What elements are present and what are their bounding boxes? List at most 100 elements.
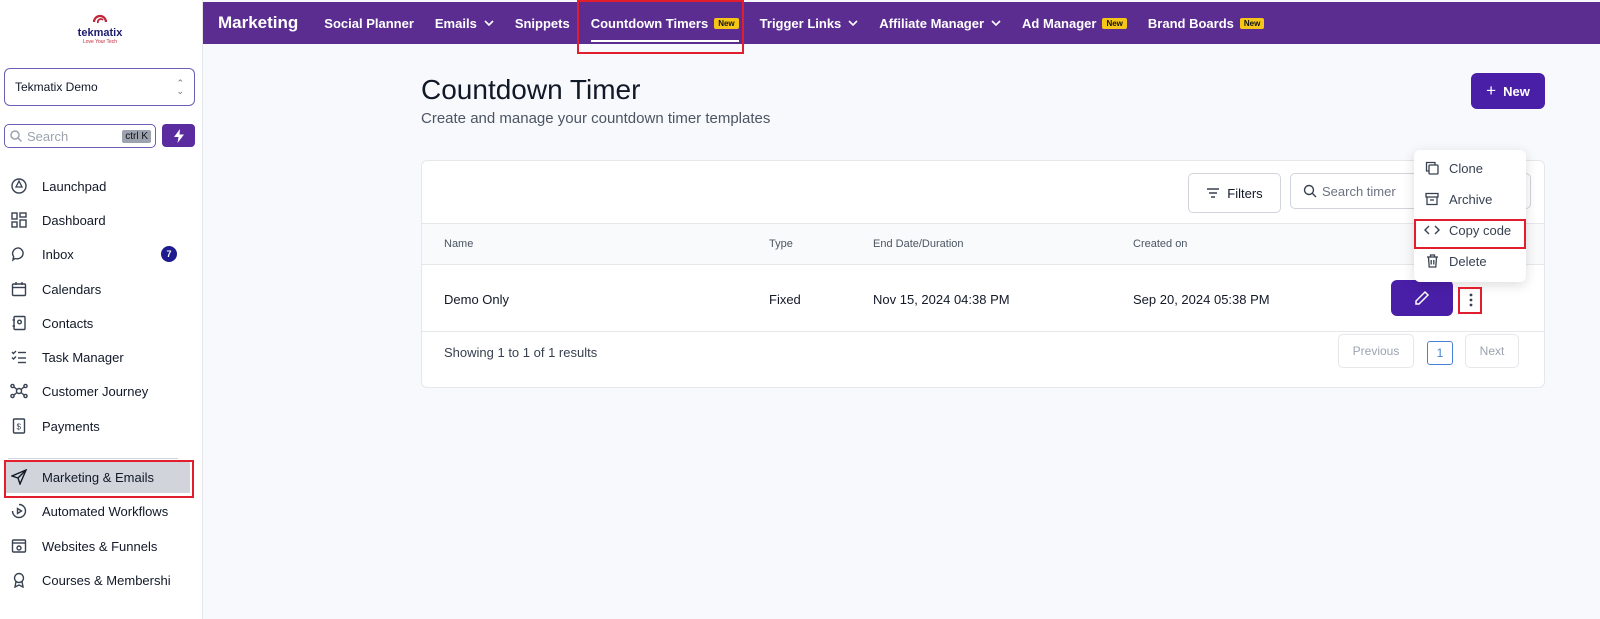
sidebar-item-label: Payments xyxy=(42,418,100,434)
new-badge: New xyxy=(1239,17,1265,29)
more-vertical-icon xyxy=(1469,293,1473,307)
cell-name: Demo Only xyxy=(444,292,510,307)
chevron-down-icon xyxy=(848,20,858,26)
logo-tagline: Love Your Tech xyxy=(82,39,118,45)
next-label: Next xyxy=(1479,344,1505,358)
table-header: Name Type End Date/Duration Created on xyxy=(422,223,1544,265)
sidebar-search-placeholder: Search xyxy=(27,128,69,144)
sidebar-item-websites-funnels[interactable]: Websites & Funnels xyxy=(4,530,190,562)
chevron-down-icon xyxy=(484,20,494,26)
sidebar-item-contacts[interactable]: Contacts xyxy=(4,307,190,339)
quick-actions-button[interactable] xyxy=(162,124,195,147)
logo-mark-icon xyxy=(92,14,108,24)
tab-brand-boards[interactable]: Brand Boards New xyxy=(1147,2,1265,44)
table-row[interactable]: Demo Only Fixed Nov 15, 2024 04:38 PM Se… xyxy=(422,265,1544,332)
brand-logo[interactable]: tekmatix Love Your Tech xyxy=(72,14,128,52)
menu-item-archive[interactable]: Archive xyxy=(1414,185,1526,213)
page-number-button[interactable]: 1 xyxy=(1427,341,1453,365)
page-subtitle: Create and manage your countdown timer t… xyxy=(421,110,771,127)
cell-end-date: Nov 15, 2024 04:38 PM xyxy=(873,292,1010,307)
next-page-button[interactable]: Next xyxy=(1465,334,1519,368)
row-actions-menu: Clone Archive Copy code Delete xyxy=(1414,150,1526,282)
tab-label: Brand Boards xyxy=(1147,15,1234,31)
cell-created-on: Sep 20, 2024 05:38 PM xyxy=(1133,292,1270,307)
sidebar-item-label: Marketing & Emails xyxy=(42,469,154,485)
archive-icon xyxy=(1424,191,1440,207)
new-timer-button[interactable]: + New xyxy=(1471,73,1545,109)
sidebar-item-label: Inbox xyxy=(42,246,74,262)
tab-ad-manager[interactable]: Ad Manager New xyxy=(1022,2,1127,44)
award-icon xyxy=(10,571,28,589)
sidebar-item-dashboard[interactable]: Dashboard xyxy=(4,204,190,236)
chat-icon xyxy=(10,245,28,263)
menu-item-copy-code[interactable]: Copy code xyxy=(1414,216,1526,244)
sidebar-search-input[interactable]: Search ctrl K xyxy=(4,124,156,148)
tab-snippets[interactable]: Snippets xyxy=(515,2,570,44)
send-icon xyxy=(10,468,28,486)
sidebar-item-label: Launchpad xyxy=(42,178,107,194)
tab-label: Ad Manager xyxy=(1022,15,1097,31)
search-icon xyxy=(1303,184,1317,198)
tab-trigger-links[interactable]: Trigger Links xyxy=(760,2,859,44)
sidebar-item-label: Task Manager xyxy=(42,349,124,365)
page-number-label: 1 xyxy=(1436,346,1444,360)
account-switcher[interactable]: Tekmatix Demo ⌃ ⌄ xyxy=(4,68,195,106)
edit-timer-button[interactable] xyxy=(1391,280,1453,316)
tab-emails[interactable]: Emails xyxy=(435,2,494,44)
trash-icon xyxy=(1424,253,1440,269)
rocket-icon xyxy=(10,177,28,195)
tab-label: Emails xyxy=(434,15,477,31)
plus-icon: + xyxy=(1486,81,1497,100)
code-icon xyxy=(1424,222,1440,238)
sidebar-item-label: Automated Workflows xyxy=(42,503,169,519)
sidebar-item-marketing-emails[interactable]: Marketing & Emails xyxy=(4,461,190,493)
sidebar-item-launchpad[interactable]: Launchpad xyxy=(4,170,190,202)
menu-item-clone[interactable]: Clone xyxy=(1414,154,1526,182)
workflow-icon xyxy=(10,502,28,520)
new-button-label: New xyxy=(1503,83,1530,99)
sidebar-item-automated-workflows[interactable]: Automated Workflows xyxy=(4,495,190,527)
column-header-end-date: End Date/Duration xyxy=(873,238,964,250)
logo-text: tekmatix xyxy=(77,27,123,39)
menu-item-delete[interactable]: Delete xyxy=(1414,247,1526,275)
pagination-summary: Showing 1 to 1 of 1 results xyxy=(444,345,598,360)
grid-icon xyxy=(10,211,28,229)
sidebar-item-label: Contacts xyxy=(42,315,94,331)
menu-item-label: Copy code xyxy=(1449,222,1512,238)
filters-button[interactable]: Filters xyxy=(1188,173,1281,213)
cell-type: Fixed xyxy=(769,292,801,307)
tab-affiliate-manager[interactable]: Affiliate Manager xyxy=(879,2,1001,44)
previous-label: Previous xyxy=(1352,344,1400,358)
checklist-icon xyxy=(10,348,28,366)
sidebar-item-task-manager[interactable]: Task Manager xyxy=(4,341,190,373)
column-header-created-on: Created on xyxy=(1133,238,1188,250)
sidebar-item-label: Customer Journey xyxy=(42,383,149,399)
chevron-up-down-icon: ⌃ ⌄ xyxy=(176,78,184,96)
menu-item-label: Archive xyxy=(1449,191,1493,207)
timers-card: Filters Search timer Name Type End Date/… xyxy=(421,160,1545,388)
sidebar-item-inbox[interactable]: Inbox 7 xyxy=(4,238,190,270)
receipt-icon: $ xyxy=(10,417,28,435)
tab-label: Affiliate Manager xyxy=(879,15,985,31)
tab-countdown-timers[interactable]: Countdown Timers New xyxy=(590,2,739,44)
tab-label: Trigger Links xyxy=(759,15,842,31)
column-header-type: Type xyxy=(769,238,793,250)
account-name: Tekmatix Demo xyxy=(15,80,98,94)
sidebar-item-label: Websites & Funnels xyxy=(42,538,158,554)
menu-item-label: Delete xyxy=(1449,253,1487,269)
sidebar-item-courses-memberships[interactable]: Courses & Membershi xyxy=(4,564,190,596)
previous-page-button[interactable]: Previous xyxy=(1338,334,1414,368)
sidebar-item-customer-journey[interactable]: Customer Journey xyxy=(4,375,190,407)
search-shortcut-hint: ctrl K xyxy=(122,129,151,143)
sidebar-item-payments[interactable]: $ Payments xyxy=(4,410,190,442)
sidebar: tekmatix Love Your Tech Tekmatix Demo ⌃ ⌄… xyxy=(0,0,203,619)
copy-icon xyxy=(1424,160,1440,176)
network-icon xyxy=(10,382,28,400)
search-icon xyxy=(10,130,23,143)
sidebar-item-calendars[interactable]: Calendars xyxy=(4,273,190,305)
chevron-down-icon xyxy=(991,20,1001,26)
filter-icon xyxy=(1207,188,1220,198)
tab-social-planner[interactable]: Social Planner xyxy=(324,2,414,44)
pencil-icon xyxy=(1415,290,1430,305)
row-more-actions-button[interactable] xyxy=(1463,290,1479,310)
